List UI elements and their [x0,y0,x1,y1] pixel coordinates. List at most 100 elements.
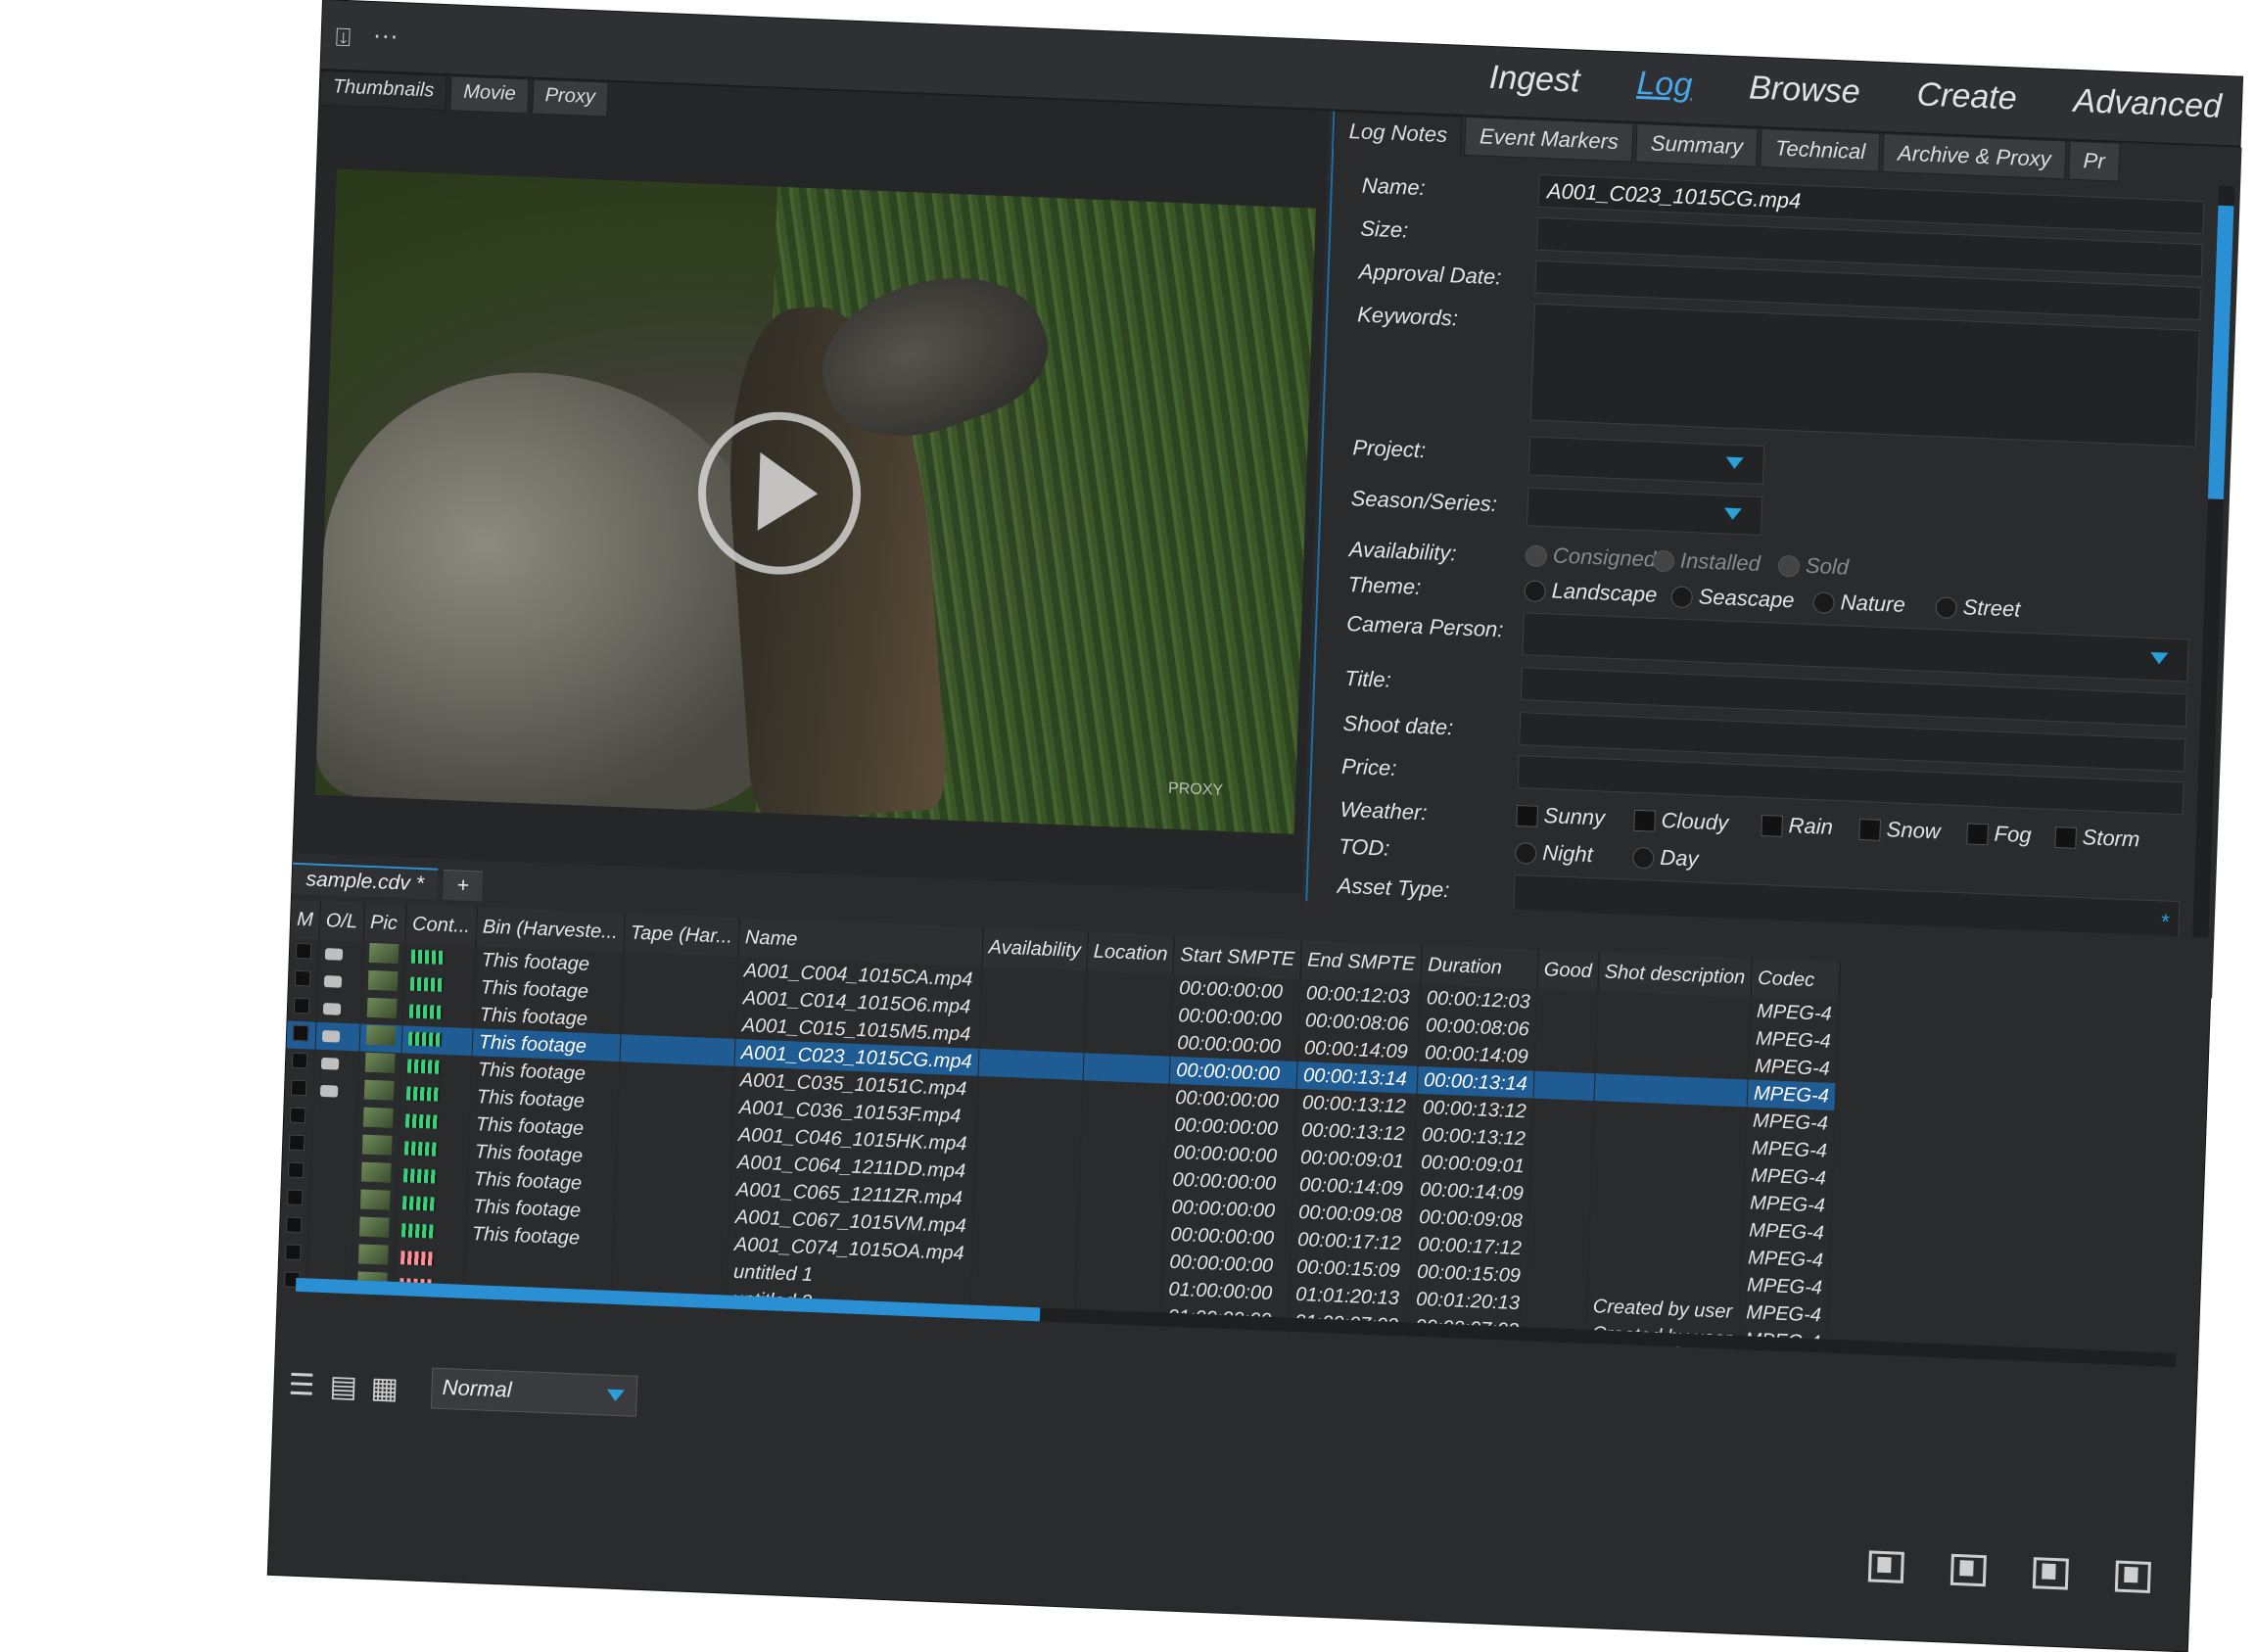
cell-availability [977,1048,1084,1081]
layout-3-icon[interactable] [2032,1557,2069,1590]
cell-availability [969,1267,1076,1299]
column-header[interactable]: Good [1536,949,1599,992]
add-tab-button[interactable]: + [443,869,484,902]
cell-content [395,1216,467,1248]
marker-box[interactable] [290,1079,307,1096]
theme-seascape[interactable]: Seascape [1670,583,1795,613]
nav-ingest[interactable]: Ingest [1488,59,1580,101]
theme-nature[interactable]: Nature [1812,589,1905,618]
availability-consigned[interactable]: Consigned [1525,542,1657,572]
nav-browse[interactable]: Browse [1749,70,1861,112]
marker-box[interactable] [286,1189,304,1205]
scrollbar-thumb[interactable] [2207,205,2234,499]
tod-day[interactable]: Day [1631,844,1699,873]
layout-switcher [1867,1550,2151,1593]
weather-sunny[interactable]: Sunny [1516,802,1606,831]
theme-landscape[interactable]: Landscape [1524,577,1658,607]
more-menu-icon[interactable]: ··· [372,20,399,51]
tab-technical[interactable]: Technical [1760,127,1881,172]
cell-content [394,1244,466,1275]
movie-frame[interactable]: PROXY [314,168,1316,834]
column-header[interactable]: Pic [362,902,407,944]
marker-box[interactable] [293,997,310,1014]
column-header[interactable]: Duration [1421,945,1539,989]
tab-event-markers[interactable]: Event Markers [1464,116,1634,163]
column-header[interactable]: Bin (Harveste... [475,907,626,953]
radio-icon [1524,580,1547,603]
size-label: Size: [1359,215,1409,243]
column-header[interactable]: Codec [1751,958,1841,1002]
cell-m [289,938,319,968]
cell-codec: MPEG-4 [1741,1244,1830,1275]
camera-icon [320,1057,339,1070]
theme-street[interactable]: Street [1935,593,2021,622]
column-header[interactable]: Tape (Har... [623,913,740,958]
cell-codec: MPEG-4 [1740,1271,1829,1302]
cell-pic [359,996,403,1026]
column-header[interactable]: M [290,899,321,940]
column-header[interactable]: Shot description [1597,952,1753,998]
cell-pic [354,1160,399,1191]
cell-pic [353,1188,398,1217]
tab-more[interactable]: Pr [2067,140,2121,182]
marker-box[interactable] [288,1134,305,1151]
weather-rain[interactable]: Rain [1761,812,1833,840]
layout-4-icon[interactable] [2114,1560,2151,1593]
grid-view-icon[interactable]: ▦ [370,1371,399,1406]
marker-box[interactable] [289,1107,306,1123]
cell-location [1085,970,1174,1002]
price-label: Price: [1340,753,1397,781]
column-header[interactable]: O/L [318,900,365,942]
layout-1-icon[interactable] [1867,1550,1904,1583]
checkbox-icon [2054,826,2077,850]
tab-summary[interactable]: Summary [1635,122,1759,167]
camera-person-label: Camera Person: [1345,610,1504,642]
viewer-panel: Thumbnails Movie Proxy PROXY [293,70,1330,894]
keywords-field[interactable] [1529,303,2200,448]
availability-installed[interactable]: Installed [1652,547,1761,577]
column-header[interactable]: Availability [981,927,1089,971]
weather-snow[interactable]: Snow [1858,816,1941,844]
nav-create[interactable]: Create [1916,75,2017,118]
cell-m [281,1157,311,1187]
title-label: Title: [1343,665,1392,692]
cell-content [402,970,475,1002]
cell-ol [315,994,361,1024]
column-header[interactable]: Start SMPTE [1173,934,1302,980]
availability-sold[interactable]: Sold [1777,552,1849,581]
season-series-select[interactable] [1526,487,1763,536]
column-header[interactable]: Cont... [404,904,478,947]
filmstrip-icon [407,1031,443,1047]
cell-content [399,1080,471,1111]
chevron-down-icon [1725,456,1744,470]
marker-box[interactable] [291,1052,308,1068]
nav-advanced[interactable]: Advanced [2073,82,2223,126]
weather-storm[interactable]: Storm [2054,824,2140,852]
tab-thumbnails[interactable]: Thumbnails [319,70,447,112]
tod-night[interactable]: Night [1514,839,1593,868]
weather-fog[interactable]: Fog [1966,820,2032,848]
cell-availability [972,1185,1079,1217]
view-mode-select[interactable]: Normal [430,1367,638,1417]
weather-cloudy[interactable]: Cloudy [1633,807,1729,836]
list-view-icon[interactable]: ☰ [288,1368,315,1403]
column-header[interactable]: Location [1086,931,1175,974]
marker-box[interactable] [287,1161,305,1178]
layout-2-icon[interactable] [1950,1553,1987,1587]
marker-box[interactable] [286,1215,303,1233]
table-view-icon[interactable]: ▤ [329,1369,358,1404]
marker-box[interactable] [294,969,311,986]
nav-log[interactable]: Log [1636,65,1693,105]
tab-proxy[interactable]: Proxy [531,78,609,118]
marker-box[interactable] [295,942,312,960]
tab-log-notes[interactable]: Log Notes [1334,111,1463,156]
cell-location [1074,1271,1163,1303]
tab-movie[interactable]: Movie [449,75,530,115]
tab-archive-proxy[interactable]: Archive & Proxy [1882,133,2067,180]
marker-box[interactable] [285,1243,302,1260]
marker-box[interactable] [292,1024,309,1041]
filmstrip-icon [399,1250,435,1266]
tab-sample-cdv[interactable]: sample.cdv * [292,862,439,900]
column-header[interactable]: End SMPTE [1299,940,1423,985]
project-select[interactable] [1527,436,1765,486]
